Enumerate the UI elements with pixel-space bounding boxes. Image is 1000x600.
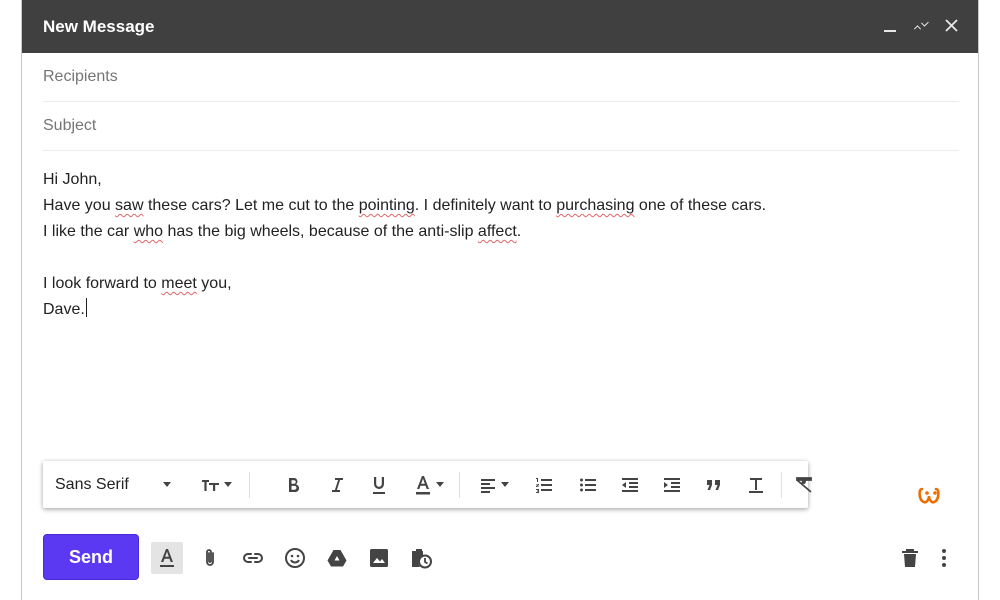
- text-segment: these cars? Let me cut to the: [143, 197, 359, 214]
- formatting-options-icon[interactable]: [151, 542, 183, 574]
- chevron-down-icon: [223, 482, 232, 487]
- bold-icon: [289, 477, 300, 492]
- indent-more-button[interactable]: [655, 461, 689, 508]
- italic-button[interactable]: [319, 461, 355, 508]
- strikethrough-button[interactable]: [739, 461, 773, 508]
- compose-actions: Send: [22, 530, 978, 590]
- text-color-icon: [415, 475, 430, 494]
- trash-icon[interactable]: [894, 542, 926, 574]
- text-cursor: [85, 298, 87, 317]
- remove-formatting-button[interactable]: [787, 461, 821, 508]
- message-body[interactable]: Hi John, Have you saw these cars? Let me…: [43, 167, 943, 323]
- text-segment: Have you: [43, 197, 116, 214]
- quote-button[interactable]: [697, 461, 731, 508]
- text-segment: has the big wheels, because of the anti-…: [163, 223, 478, 240]
- emoji-icon[interactable]: [279, 542, 311, 574]
- bulleted-list-icon: [580, 478, 596, 491]
- recipients-input[interactable]: [43, 54, 959, 100]
- bulleted-list-button[interactable]: [571, 461, 605, 508]
- font-size-icon: [201, 479, 219, 491]
- recipients-field[interactable]: [43, 54, 959, 102]
- signoff-text: Dave.: [43, 301, 85, 318]
- text-segment: .: [516, 223, 522, 240]
- photo-icon[interactable]: [363, 542, 395, 574]
- confidential-icon[interactable]: [405, 542, 437, 574]
- link-icon[interactable]: [237, 542, 269, 574]
- text-segment: . I definitely want to: [414, 197, 557, 214]
- quote-icon: [707, 479, 720, 490]
- send-button[interactable]: Send: [43, 534, 139, 580]
- misspelled-word[interactable]: affect: [478, 223, 517, 240]
- chevron-down-icon: [435, 482, 444, 487]
- toolbar-divider: [249, 472, 250, 498]
- numbered-list-icon: [536, 477, 552, 493]
- align-button[interactable]: [469, 461, 517, 508]
- misspelled-word[interactable]: pointing: [359, 197, 415, 214]
- subject-input[interactable]: [43, 103, 959, 149]
- compose-titlebar[interactable]: New Message: [22, 0, 978, 53]
- indent-less-icon: [622, 477, 638, 492]
- misspelled-word[interactable]: meet: [161, 275, 197, 292]
- font-select[interactable]: Sans Serif: [55, 461, 180, 508]
- grammar-assistant-logo[interactable]: [917, 481, 947, 509]
- body-line: I like the car who has the big wheels, b…: [43, 219, 943, 245]
- toolbar-divider: [781, 472, 782, 498]
- attach-icon[interactable]: [195, 542, 227, 574]
- compose-title: New Message: [43, 17, 155, 36]
- text-segment: you,: [196, 275, 232, 292]
- minimize-icon[interactable]: [879, 14, 903, 38]
- formatting-toolbar: Sans Serif: [43, 461, 812, 508]
- font-select-value: Sans Serif: [55, 475, 129, 493]
- remove-formatting-icon: [796, 476, 812, 493]
- text-segment: I look forward to: [43, 275, 162, 292]
- chevron-down-icon: [500, 482, 509, 487]
- misspelled-word[interactable]: purchasing: [556, 197, 634, 214]
- indent-less-button[interactable]: [613, 461, 647, 508]
- compose-window: New Message Hi John, Have you saw these …: [21, 0, 979, 600]
- signoff-line: Dave.: [43, 297, 943, 323]
- align-icon: [480, 478, 495, 493]
- subject-field[interactable]: [43, 103, 959, 151]
- misspelled-word[interactable]: who: [134, 223, 163, 240]
- expand-icon[interactable]: [909, 14, 933, 38]
- font-size-button[interactable]: [191, 461, 239, 508]
- greeting-line: Hi John,: [43, 171, 102, 188]
- more-icon[interactable]: [934, 542, 954, 574]
- misspelled-word[interactable]: saw: [115, 197, 143, 214]
- chevron-down-icon: [163, 482, 171, 487]
- close-icon[interactable]: [940, 14, 964, 38]
- drive-icon[interactable]: [321, 542, 353, 574]
- indent-more-icon: [664, 477, 680, 492]
- text-segment: one of these cars.: [634, 197, 767, 214]
- underline-icon: [373, 476, 385, 494]
- underline-button[interactable]: [361, 461, 397, 508]
- body-line: Have you saw these cars? Let me cut to t…: [43, 193, 943, 219]
- toolbar-divider: [459, 472, 460, 498]
- text-color-button[interactable]: [405, 461, 451, 508]
- closing-line: I look forward to meet you,: [43, 271, 943, 297]
- italic-icon: [332, 477, 343, 492]
- strikethrough-icon: [749, 477, 763, 493]
- numbered-list-button[interactable]: [527, 461, 561, 508]
- bold-button[interactable]: [275, 461, 311, 508]
- text-segment: I like the car: [43, 223, 134, 240]
